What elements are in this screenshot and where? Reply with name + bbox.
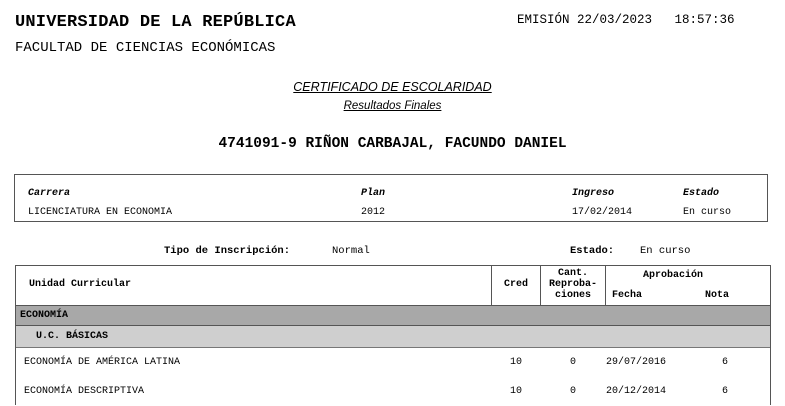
grade-column-header: Nota (705, 290, 730, 301)
career-value: LICENCIATURA EN ECONOMIA (28, 207, 173, 218)
approval-date: 20/12/2014 (606, 386, 667, 397)
emission-datetime: EMISIÓN 22/03/2023 18:57:36 (517, 13, 735, 27)
status-value: En curso (683, 207, 732, 218)
unit-name: ECONOMÍA DE AMÉRICA LATINA (24, 357, 181, 368)
grade: 6 (721, 386, 728, 397)
credits: 10 (509, 386, 522, 397)
cred-column-header: Cred (503, 279, 528, 290)
credits: 10 (509, 357, 522, 368)
unit-name: ECONOMÍA DESCRIPTIVA (24, 386, 145, 397)
approval-date: 29/07/2016 (606, 357, 667, 368)
career-info-box: Carrera Plan Ingreso Estado LICENCIATURA… (14, 174, 768, 222)
section-band: ECONOMÍA (16, 305, 770, 326)
certificate-title: CERTIFICADO DE ESCOLARIDAD (293, 80, 492, 94)
unit-column-header: Unidad Curricular (29, 279, 132, 290)
entry-header: Ingreso (572, 188, 615, 199)
inscription-state-value: En curso (640, 245, 691, 257)
subsection-band: U.C. BÁSICAS (16, 326, 770, 348)
inscription-state-label: Estado: (570, 245, 615, 257)
reprobations: 0 (569, 386, 576, 397)
date-column-header: Fecha (612, 290, 643, 301)
plan-header: Plan (361, 188, 386, 199)
subsection-title: U.C. BÁSICAS (36, 331, 109, 342)
grades-table: Unidad Curricular Cred Cant. Reproba- ci… (15, 265, 771, 405)
grade: 6 (721, 357, 728, 368)
reprobations-header-line: ciones (554, 290, 591, 301)
student-id-name: 4741091-9 RIÑON CARBAJAL, FACUNDO DANIEL (218, 136, 567, 152)
inscription-type-label: Tipo de Inscripción: (164, 245, 291, 257)
approval-column-header: Aprobación (642, 270, 703, 281)
reprobations: 0 (569, 357, 576, 368)
faculty-name: FACULTAD DE CIENCIAS ECONÓMICAS (15, 40, 276, 56)
table-row: ECONOMÍA DESCRIPTIVA 10 0 20/12/2014 6 (16, 378, 770, 406)
table-row: ECONOMÍA DE AMÉRICA LATINA 10 0 29/07/20… (16, 349, 770, 377)
entry-value: 17/02/2014 (572, 207, 633, 218)
inscription-type-value: Normal (332, 245, 370, 257)
certificate-subtitle: Resultados Finales (343, 100, 442, 112)
reprobations-header-line: Reproba- (548, 279, 597, 290)
university-name: UNIVERSIDAD DE LA REPÚBLICA (15, 13, 296, 32)
plan-value: 2012 (361, 207, 386, 218)
career-header: Carrera (28, 188, 71, 199)
section-title: ECONOMÍA (20, 310, 69, 321)
reprobations-header-line: Cant. (557, 268, 588, 279)
reprobations-column-header: Cant. Reproba- ciones (541, 268, 605, 301)
status-header: Estado (683, 188, 720, 199)
